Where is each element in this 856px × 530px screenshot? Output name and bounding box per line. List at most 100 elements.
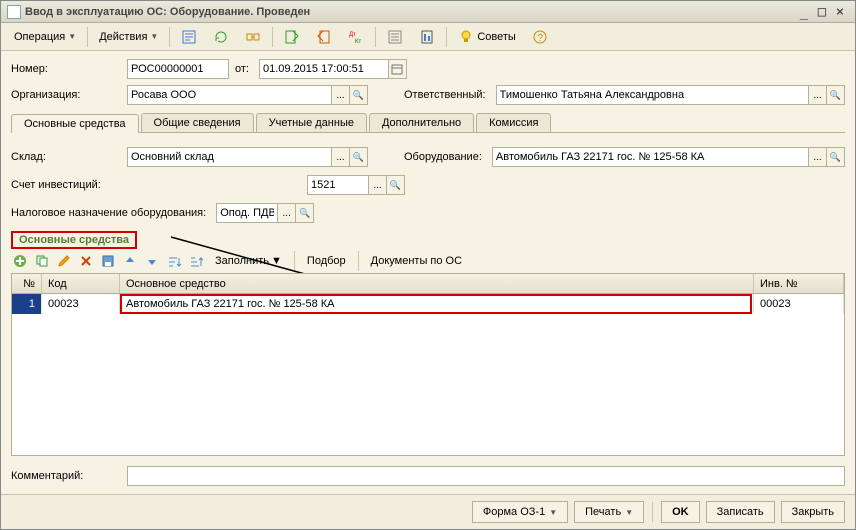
comment-input[interactable] <box>127 466 845 486</box>
org-label: Организация: <box>11 89 121 101</box>
grid-save-button[interactable] <box>99 252 117 270</box>
toolbar-btn-8[interactable] <box>412 26 442 48</box>
invacc-select-button[interactable] <box>369 175 387 195</box>
invacc-input[interactable] <box>307 175 369 195</box>
separator <box>169 27 170 47</box>
row-warehouse: Склад: Оборудование: <box>11 147 845 167</box>
toolbar-btn-5[interactable] <box>309 26 339 48</box>
org-open-button[interactable] <box>350 85 368 105</box>
equipment-open-button[interactable] <box>827 147 845 167</box>
org-input[interactable] <box>127 85 332 105</box>
close-button[interactable]: × <box>831 4 849 20</box>
tab-additional[interactable]: Дополнительно <box>369 113 474 132</box>
sort-desc-icon <box>189 254 203 268</box>
table-row[interactable]: 1 00023 Автомобиль ГАЗ 22171 гос. № 125-… <box>12 294 844 314</box>
window-title: Ввод в эксплуатацию ОС: Оборудование. Пр… <box>25 6 795 18</box>
equipment-label: Оборудование: <box>404 151 486 163</box>
date-label: от: <box>235 63 253 75</box>
grid-toolbar: Заполнить▼ Подбор Документы по ОС <box>11 249 845 273</box>
toolbar-btn-2[interactable] <box>206 26 236 48</box>
grid-pick-button[interactable]: Подбор <box>301 255 352 267</box>
calendar-button[interactable] <box>389 59 407 79</box>
post-icon <box>284 29 300 45</box>
operation-menu[interactable]: Операция▼ <box>7 26 83 48</box>
resp-select-button[interactable] <box>809 85 827 105</box>
grid-edit-button[interactable] <box>55 252 73 270</box>
edit-icon <box>57 254 71 268</box>
help-button[interactable]: ? <box>525 26 555 48</box>
comment-label: Комментарий: <box>11 470 121 482</box>
separator <box>272 27 273 47</box>
grid-sort-desc-button[interactable] <box>187 252 205 270</box>
tips-label: Советы <box>477 31 515 43</box>
actions-menu[interactable]: Действия▼ <box>92 26 165 48</box>
equipment-input[interactable] <box>492 147 809 167</box>
warehouse-select-button[interactable] <box>332 147 350 167</box>
org-field <box>127 85 368 105</box>
add-icon <box>13 254 27 268</box>
copy-icon <box>35 254 49 268</box>
grid-header: № Код Основное средство Инв. № <box>12 274 844 294</box>
up-icon <box>123 254 137 268</box>
row-number: Номер: от: <box>11 59 845 79</box>
print-label: Печать <box>585 506 621 518</box>
warehouse-field <box>127 147 368 167</box>
close-form-button[interactable]: Закрыть <box>781 501 845 523</box>
col-header-inv[interactable]: Инв. № <box>754 274 844 293</box>
form-oz1-button[interactable]: Форма ОЗ-1▼ <box>472 501 568 523</box>
tax-input[interactable] <box>216 203 278 223</box>
toolbar-btn-3[interactable] <box>238 26 268 48</box>
number-input[interactable] <box>127 59 229 79</box>
toolbar-btn-6[interactable]: ДтКт <box>341 26 371 48</box>
tax-open-button[interactable] <box>296 203 314 223</box>
separator <box>375 27 376 47</box>
separator <box>294 251 295 271</box>
svg-text:Кт: Кт <box>355 39 361 45</box>
tips-button[interactable]: Советы <box>451 26 522 48</box>
ok-button[interactable]: OK <box>661 501 700 523</box>
invacc-open-button[interactable] <box>387 175 405 195</box>
down-icon <box>145 254 159 268</box>
tab-account-data[interactable]: Учетные данные <box>256 113 367 132</box>
grid-fill-menu[interactable]: Заполнить▼ <box>209 255 288 267</box>
toolbar-btn-4[interactable] <box>277 26 307 48</box>
warehouse-input[interactable] <box>127 147 332 167</box>
dtkt-icon: ДтКт <box>348 29 364 45</box>
print-menu[interactable]: Печать▼ <box>574 501 644 523</box>
grid-down-button[interactable] <box>143 252 161 270</box>
tax-select-button[interactable] <box>278 203 296 223</box>
tab-commission[interactable]: Комиссия <box>476 113 551 132</box>
col-header-n[interactable]: № <box>12 274 42 293</box>
toolbar-btn-1[interactable] <box>174 26 204 48</box>
tab-panel: Склад: Оборудование: Счет инвестиций: <box>11 139 845 456</box>
org-select-button[interactable] <box>332 85 350 105</box>
date-input[interactable] <box>259 59 389 79</box>
grid-copy-button[interactable] <box>33 252 51 270</box>
grid-docs-button[interactable]: Документы по ОС <box>365 255 468 267</box>
tab-main-assets[interactable]: Основные средства <box>11 114 139 133</box>
row-comment: Комментарий: <box>11 466 845 486</box>
col-header-os[interactable]: Основное средство <box>120 274 754 293</box>
save-button[interactable]: Записать <box>706 501 775 523</box>
equipment-select-button[interactable] <box>809 147 827 167</box>
tab-bar: Основные средства Общие сведения Учетные… <box>11 113 845 133</box>
title-bar: Ввод в эксплуатацию ОС: Оборудование. Пр… <box>1 1 855 23</box>
resp-input[interactable] <box>496 85 809 105</box>
bulb-icon <box>458 29 474 45</box>
window: Ввод в эксплуатацию ОС: Оборудование. Пр… <box>0 0 856 530</box>
maximize-button[interactable]: □ <box>813 4 831 20</box>
unpost-icon <box>316 29 332 45</box>
tab-general[interactable]: Общие сведения <box>141 113 254 132</box>
resp-open-button[interactable] <box>827 85 845 105</box>
resp-label: Ответственный: <box>404 89 490 101</box>
col-header-kod[interactable]: Код <box>42 274 120 293</box>
calendar-icon <box>391 63 403 75</box>
grid-add-button[interactable] <box>11 252 29 270</box>
warehouse-open-button[interactable] <box>350 147 368 167</box>
grid-delete-button[interactable] <box>77 252 95 270</box>
cell-n: 1 <box>12 294 42 314</box>
grid-sort-asc-button[interactable] <box>165 252 183 270</box>
grid-up-button[interactable] <box>121 252 139 270</box>
toolbar-btn-7[interactable] <box>380 26 410 48</box>
minimize-button[interactable]: _ <box>795 4 813 20</box>
